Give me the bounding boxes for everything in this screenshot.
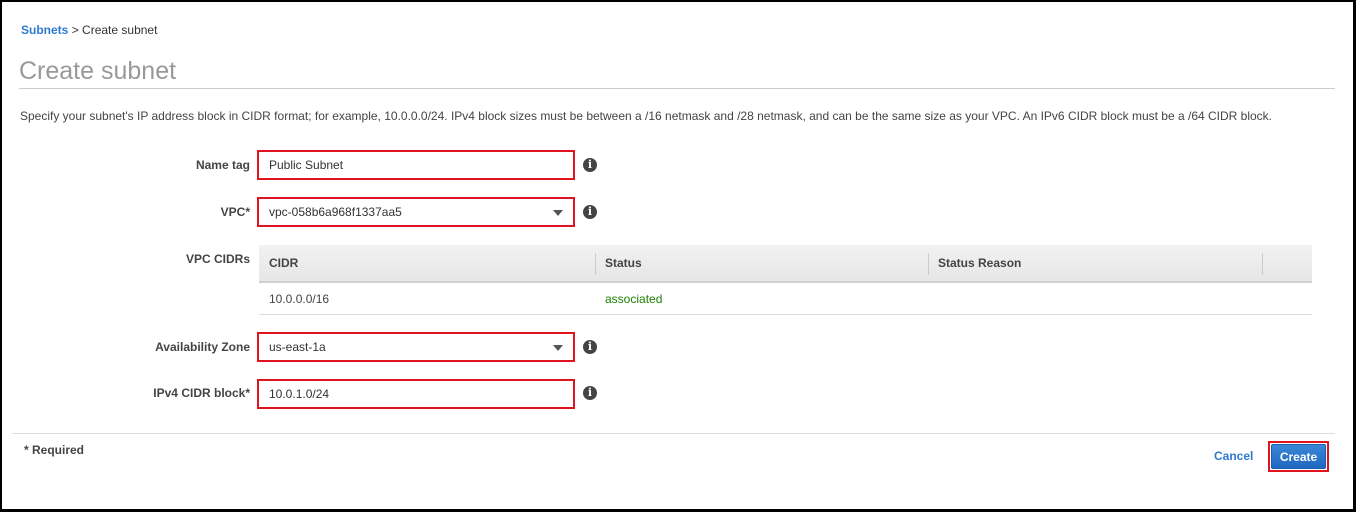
description-text: Specify your subnet's IP address block i… bbox=[20, 109, 1273, 123]
cell-status-reason bbox=[928, 283, 1262, 314]
required-note: * Required bbox=[24, 443, 85, 457]
breadcrumb-separator: > bbox=[71, 23, 79, 37]
chevron-down-icon bbox=[553, 210, 563, 216]
cell-cidr: 10.0.0.0/16 bbox=[269, 292, 330, 306]
page-title: Create subnet bbox=[19, 57, 177, 85]
footer-divider bbox=[12, 433, 1335, 434]
chevron-down-icon bbox=[553, 345, 563, 351]
create-button-highlight: Create bbox=[1268, 441, 1329, 472]
column-header-status[interactable]: Status bbox=[595, 245, 928, 281]
breadcrumb-subnets-link[interactable]: Subnets bbox=[21, 23, 68, 37]
vpc-label: VPC* bbox=[220, 205, 250, 219]
vpc-select-value: vpc-058b6a968f1337aa5 bbox=[269, 205, 402, 219]
name-tag-input[interactable] bbox=[269, 158, 563, 172]
info-icon[interactable]: i bbox=[583, 205, 597, 219]
name-tag-label: Name tag bbox=[195, 158, 250, 172]
availability-zone-value: us-east-1a bbox=[269, 340, 326, 354]
title-divider bbox=[19, 88, 1335, 89]
vpc-select[interactable]: vpc-058b6a968f1337aa5 bbox=[257, 197, 575, 227]
page-frame: Subnets > Create subnet Create subnet Sp… bbox=[0, 0, 1356, 512]
breadcrumb-current: Create subnet bbox=[82, 23, 158, 37]
availability-zone-select[interactable]: us-east-1a bbox=[257, 332, 575, 362]
info-icon[interactable]: i bbox=[583, 340, 597, 354]
table-header: CIDR Status Status Reason bbox=[259, 245, 1312, 283]
ipv4-cidr-input-wrap[interactable] bbox=[257, 379, 575, 409]
cancel-button[interactable]: Cancel bbox=[1214, 449, 1253, 463]
create-button[interactable]: Create bbox=[1271, 444, 1326, 469]
name-tag-input-wrap[interactable] bbox=[257, 150, 575, 180]
ipv4-cidr-input[interactable] bbox=[269, 387, 563, 401]
vpc-cidrs-table: CIDR Status Status Reason 10.0.0.0/16 as… bbox=[259, 245, 1312, 315]
vpc-cidrs-label: VPC CIDRs bbox=[185, 252, 250, 266]
table-row: 10.0.0.0/16 associated bbox=[259, 283, 1312, 315]
cell-status: associated bbox=[605, 292, 663, 306]
availability-zone-label: Availability Zone bbox=[155, 340, 250, 354]
column-header-empty bbox=[1262, 245, 1312, 281]
info-icon[interactable]: i bbox=[583, 386, 597, 400]
info-icon[interactable]: i bbox=[583, 158, 597, 172]
column-header-status-reason[interactable]: Status Reason bbox=[928, 245, 1262, 281]
column-header-cidr[interactable]: CIDR bbox=[259, 245, 595, 281]
ipv4-cidr-label: IPv4 CIDR block* bbox=[153, 386, 250, 400]
breadcrumb: Subnets > Create subnet bbox=[21, 23, 157, 37]
